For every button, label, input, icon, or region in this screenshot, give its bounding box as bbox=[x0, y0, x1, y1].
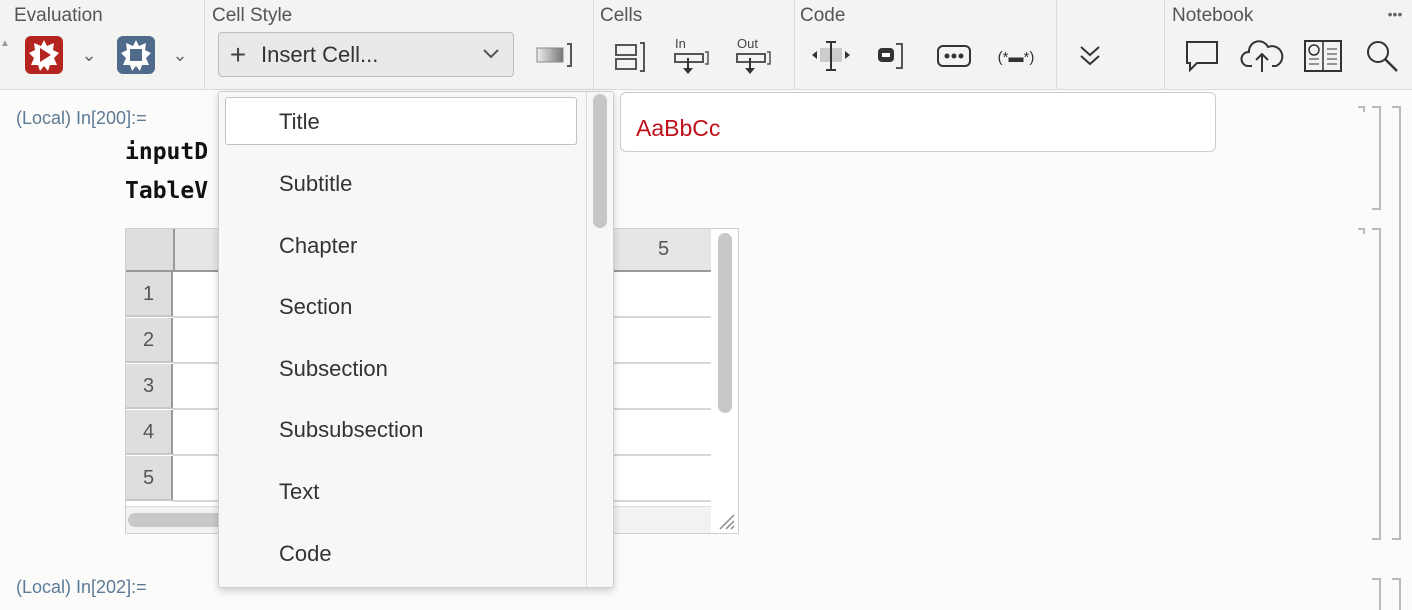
insert-cell-label: Insert Cell... bbox=[261, 41, 379, 67]
chat-button[interactable] bbox=[1182, 36, 1222, 76]
code-cell-button[interactable] bbox=[872, 40, 906, 72]
code-line[interactable]: inputD bbox=[125, 139, 208, 165]
chevron-down-icon bbox=[483, 49, 499, 59]
table-vertical-scrollbar[interactable] bbox=[718, 233, 732, 413]
cloud-upload-button[interactable] bbox=[1240, 36, 1284, 76]
cloud-upload-icon bbox=[1240, 40, 1284, 72]
resize-handle-icon[interactable] bbox=[716, 511, 736, 531]
insert-cell-dropdown[interactable]: + Insert Cell... bbox=[218, 32, 514, 77]
abort-evaluation-button[interactable] bbox=[117, 36, 155, 74]
table-corner bbox=[126, 229, 175, 270]
cell-style-group-label: Cell Style bbox=[212, 5, 293, 26]
input-cell-label: (Local) In[200]:= bbox=[16, 108, 147, 128]
menu-item-chapter[interactable]: Chapter bbox=[219, 222, 579, 270]
plus-icon: + bbox=[229, 38, 247, 70]
in-label: In bbox=[675, 36, 686, 51]
table-horizontal-scrollbar[interactable] bbox=[128, 513, 224, 527]
ellipsis-icon bbox=[937, 45, 971, 67]
split-cell-button[interactable] bbox=[810, 38, 852, 74]
row-header[interactable]: 5 bbox=[126, 456, 173, 501]
menu-item-subsubsection[interactable]: Subsubsection bbox=[219, 406, 579, 454]
evaluate-notebook-button[interactable] bbox=[25, 36, 63, 74]
evaluate-options-chevron-icon[interactable]: ⌄ bbox=[78, 36, 100, 74]
code-line[interactable]: TableV bbox=[125, 178, 208, 204]
column-header[interactable]: 5 bbox=[616, 229, 711, 270]
row-header[interactable]: 2 bbox=[126, 318, 173, 363]
style-gradient-button[interactable] bbox=[535, 40, 573, 70]
row-header[interactable]: 4 bbox=[126, 410, 173, 455]
abort-evaluation-icon bbox=[121, 40, 151, 71]
code-cell-icon bbox=[878, 43, 903, 69]
abort-options-chevron-icon[interactable]: ⌄ bbox=[169, 36, 191, 74]
toolbar: Evaluation ▲ ⌄ ⌄ Cell Style + Insert Cel… bbox=[0, 0, 1412, 90]
more-options-icon[interactable]: ••• bbox=[1382, 4, 1408, 24]
evaluate-notebook-icon bbox=[29, 40, 59, 71]
menu-item-text[interactable]: Text bbox=[219, 468, 579, 516]
menu-item-title[interactable]: Title bbox=[225, 97, 577, 145]
insert-output-button[interactable]: Out bbox=[734, 36, 774, 76]
menu-item-section[interactable]: Section bbox=[219, 283, 579, 331]
group-divider bbox=[593, 0, 594, 89]
insert-input-button[interactable]: In bbox=[672, 36, 712, 76]
cell-bracket-marker bbox=[1358, 106, 1365, 112]
menu-item-subtitle[interactable]: Subtitle bbox=[219, 160, 579, 208]
notebook-group-label: Notebook bbox=[1172, 5, 1254, 26]
cell-bracket[interactable] bbox=[1372, 228, 1381, 540]
menu-divider bbox=[586, 92, 587, 587]
out-label: Out bbox=[737, 36, 758, 51]
publish-notebook-button[interactable] bbox=[1302, 36, 1344, 76]
menu-item-code[interactable]: Code bbox=[219, 530, 579, 578]
menu-scrollbar[interactable] bbox=[593, 94, 607, 228]
search-button[interactable] bbox=[1362, 36, 1402, 76]
group-bracket[interactable] bbox=[1392, 578, 1401, 610]
cell-bracket[interactable] bbox=[1372, 578, 1381, 610]
input-cell-label: (Local) In[202]:= bbox=[16, 577, 147, 597]
group-cells-icon bbox=[615, 42, 645, 72]
publish-notebook-icon bbox=[1304, 40, 1342, 72]
split-cell-icon bbox=[812, 41, 850, 71]
menu-item-subsection[interactable]: Subsection bbox=[219, 345, 579, 393]
group-divider bbox=[204, 0, 205, 89]
group-bracket[interactable] bbox=[1392, 106, 1401, 540]
group-divider bbox=[1056, 0, 1057, 89]
group-divider bbox=[1164, 0, 1165, 89]
search-icon bbox=[1367, 41, 1398, 72]
cells-group-label: Cells bbox=[600, 5, 643, 26]
row-header[interactable]: 1 bbox=[126, 272, 173, 317]
comment-code-button[interactable]: (*▬*) bbox=[990, 44, 1042, 70]
style-preview: AaBbCc bbox=[620, 92, 1216, 152]
chat-icon bbox=[1186, 41, 1218, 73]
double-chevron-down-icon bbox=[1080, 46, 1100, 66]
collapse-arrow-icon[interactable]: ▲ bbox=[0, 36, 10, 50]
group-divider bbox=[794, 0, 795, 89]
style-preview-text: AaBbCc bbox=[636, 115, 721, 141]
group-cells-button[interactable] bbox=[612, 40, 648, 74]
evaluation-group-label: Evaluation bbox=[14, 5, 103, 26]
row-header[interactable]: 3 bbox=[126, 364, 173, 409]
cell-style-menu: Title Subtitle Chapter Section Subsectio… bbox=[218, 91, 614, 588]
ellipsis-button[interactable] bbox=[936, 42, 974, 70]
style-gradient-icon bbox=[536, 43, 572, 67]
cell-bracket[interactable] bbox=[1372, 106, 1381, 210]
expand-toolbar-button[interactable] bbox=[1072, 38, 1108, 74]
cell-bracket-marker bbox=[1358, 228, 1365, 234]
code-group-label: Code bbox=[800, 5, 846, 26]
